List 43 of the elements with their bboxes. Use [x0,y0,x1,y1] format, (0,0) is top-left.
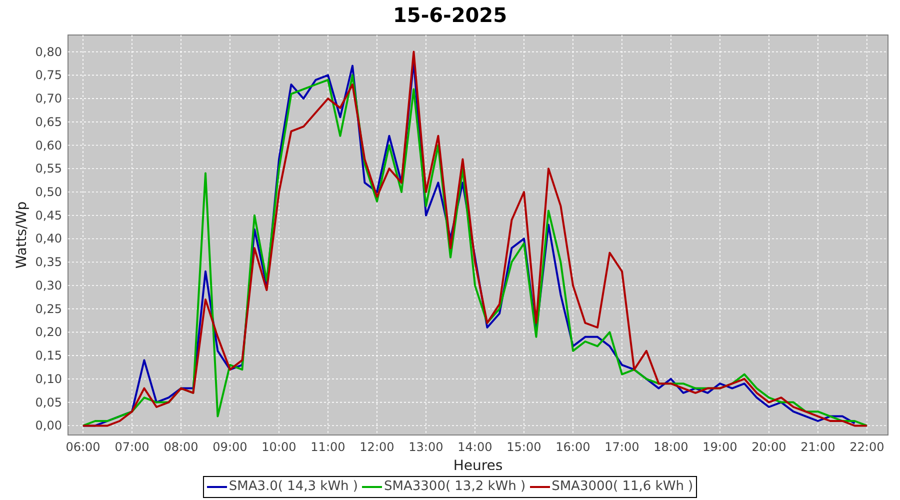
y-tick-label: 0,05 [35,395,62,410]
x-axis-title: Heures [453,458,503,470]
legend-line-icon [362,485,382,489]
y-tick-label: 0,50 [35,185,62,199]
y-tick-label: 0,00 [35,418,62,433]
legend-label: SMA3000( 11,6 kWh ) [552,478,694,496]
x-tick-label: 09:00 [212,440,248,454]
x-tick-label: 18:00 [654,440,688,454]
x-tick-label: 08:00 [164,440,198,454]
y-tick-label: 0,35 [35,255,62,270]
x-tick-label: 14:00 [458,440,492,454]
x-tick-label: 13:00 [408,440,444,454]
y-tick-label: 0,40 [35,232,62,246]
y-tick-label: 0,65 [35,114,62,129]
x-tick-label: 16:00 [556,440,590,454]
legend-label: SMA3.0( 14,3 kWh ) [228,478,358,496]
y-tick-label: 0,25 [35,302,62,316]
y-tick-label: 0,70 [35,92,62,106]
x-tick-label: 19:00 [702,440,738,454]
y-tick-label: 0,55 [35,162,62,176]
y-tick-label: 0,15 [35,348,62,363]
legend-label: SMA3300( 13,2 kWh ) [384,478,526,496]
y-tick-label: 0,10 [35,372,62,386]
y-tick-label: 0,75 [35,68,62,82]
x-tick-label: 07:00 [114,440,150,454]
y-tick-label: 0,80 [35,44,62,59]
x-tick-label: 21:00 [800,440,836,454]
y-tick-label: 0,30 [35,278,62,292]
y-tick-label: 0,20 [35,325,62,340]
legend-line-icon [206,485,227,489]
x-tick-label: 17:00 [604,440,640,454]
x-tick-label: 22:00 [850,440,884,454]
y-tick-label: 0,45 [35,208,62,222]
x-tick-label: 10:00 [262,440,296,454]
x-tick-label: 11:00 [310,440,346,454]
y-tick-label: 0,60 [35,138,62,152]
chart-title: 15-6-2025 [392,2,507,29]
x-tick-label: 12:00 [360,440,394,454]
y-axis-title: Watts/Wp [14,201,30,269]
x-tick-label: 06:00 [66,440,100,454]
x-tick-label: 20:00 [752,440,786,454]
x-tick-label: 15:00 [506,440,542,454]
legend-line-icon [530,485,550,489]
